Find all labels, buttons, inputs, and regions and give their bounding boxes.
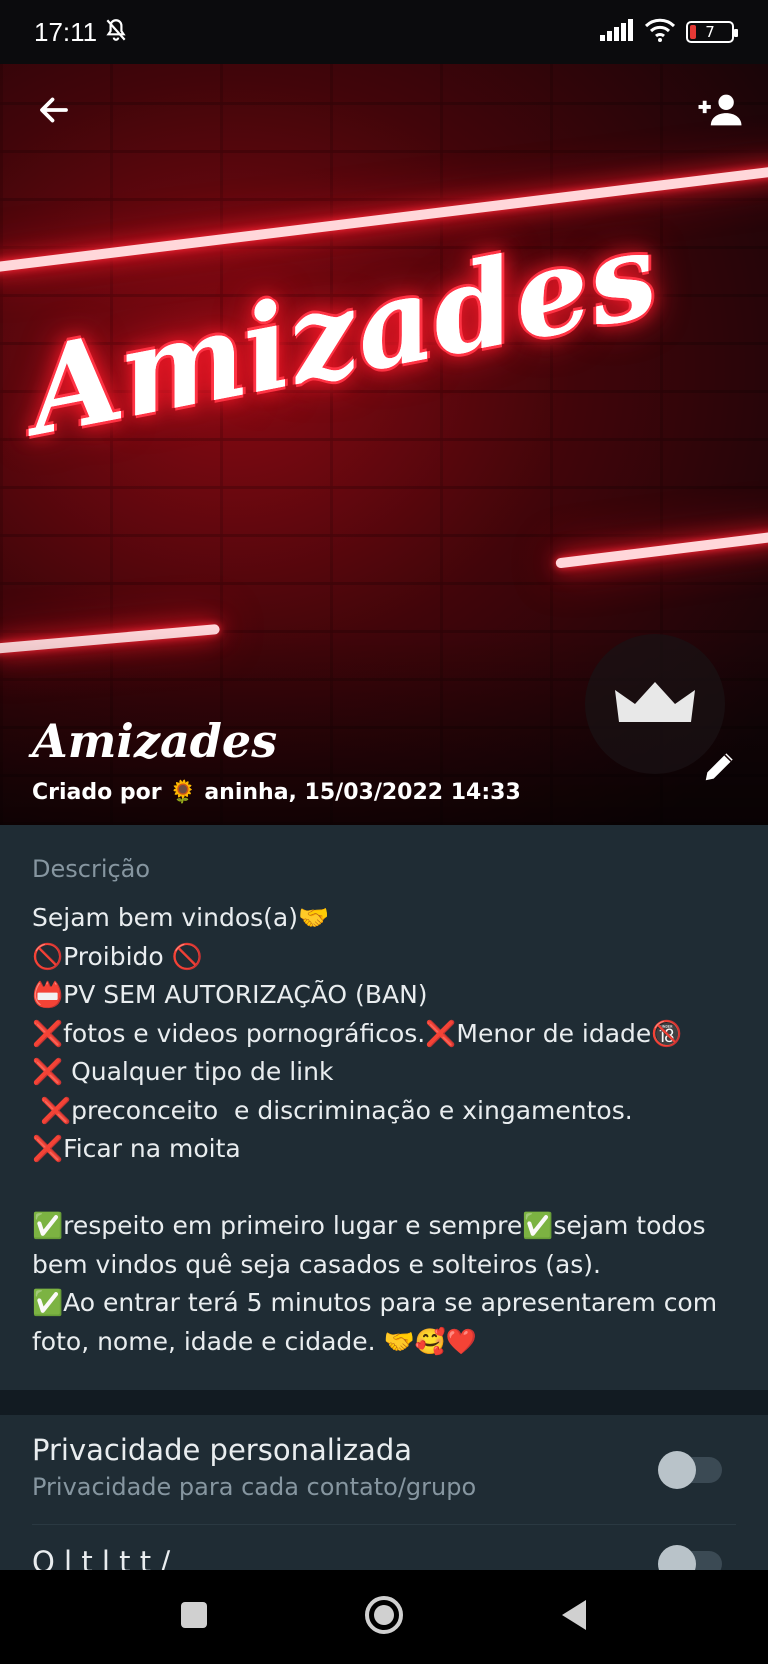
description-line: ❌preconceito e discriminação e xingament… xyxy=(32,1095,633,1125)
description-line: ❌Ficar na moita xyxy=(32,1134,241,1163)
second-setting-toggle[interactable] xyxy=(658,1545,722,1570)
description-line: foto, nome, idade e cidade. 🤝🥰❤️ xyxy=(32,1326,477,1356)
description-line xyxy=(32,1169,736,1208)
description-line: 🚫Proibido 🚫 xyxy=(32,941,203,971)
arrow-left-icon xyxy=(36,92,72,132)
edit-group-button[interactable] xyxy=(696,744,744,792)
circle-home-icon xyxy=(363,1594,405,1640)
description-label: Descrição xyxy=(32,855,151,883)
square-icon xyxy=(179,1600,209,1634)
add-participant-button[interactable] xyxy=(692,88,748,136)
add-person-icon xyxy=(697,90,743,134)
group-photo[interactable]: Amizades Amizades Criado por 🌻 aninha, 1… xyxy=(0,64,768,825)
status-time: 17:11 xyxy=(34,16,98,47)
back-button[interactable] xyxy=(30,88,78,136)
home-button[interactable] xyxy=(354,1587,414,1647)
mute-bell-icon xyxy=(103,17,129,47)
description-section[interactable]: Descrição Sejam bem vindos(a)🤝 🚫Proibido… xyxy=(0,825,768,1390)
triangle-back-icon xyxy=(558,1598,590,1636)
description-line: Sejam bem vindos(a)🤝 xyxy=(32,903,330,932)
recents-button[interactable] xyxy=(164,1587,224,1647)
custom-privacy-title: Privacidade personalizada xyxy=(32,1433,413,1467)
description-line: ✅respeito em primeiro lugar e sempre✅sej… xyxy=(32,1211,706,1240)
status-bar: 17:11 7 xyxy=(0,0,768,64)
wifi-icon xyxy=(644,18,676,46)
status-icons: 7 xyxy=(600,18,738,46)
description-line: ❌ Qualquer tipo de link xyxy=(32,1057,334,1086)
created-by-text: Criado por 🌻 aninha, 15/03/2022 14:33 xyxy=(32,780,521,805)
signal-icon xyxy=(600,19,634,45)
description-line: bem vindos quê seja casados e solteiros … xyxy=(32,1249,601,1279)
settings-list: Privacidade personalizada Privacidade pa… xyxy=(0,1415,768,1570)
description-line: ✅Ao entrar terá 5 minutos para se aprese… xyxy=(32,1288,718,1317)
second-setting-row[interactable]: Q l t l t t / xyxy=(32,1525,736,1570)
description-text: Sejam bem vindos(a)🤝 🚫Proibido 🚫 📛PV SEM… xyxy=(32,899,736,1361)
system-nav-bar xyxy=(0,1570,768,1664)
battery-level: 7 xyxy=(705,23,715,41)
description-line: ❌fotos e videos pornográficos.❌Menor de … xyxy=(32,1018,683,1048)
custom-privacy-row[interactable]: Privacidade personalizada Privacidade pa… xyxy=(32,1415,736,1525)
battery-icon: 7 xyxy=(686,21,738,43)
group-name: Amizades xyxy=(32,714,278,768)
description-line: 📛PV SEM AUTORIZAÇÃO (BAN) xyxy=(32,980,428,1009)
custom-privacy-subtitle: Privacidade para cada contato/grupo xyxy=(32,1473,477,1501)
pencil-icon xyxy=(701,747,739,789)
second-setting-title: Q l t l t t / xyxy=(32,1545,171,1570)
back-nav-button[interactable] xyxy=(544,1587,604,1647)
custom-privacy-toggle[interactable] xyxy=(658,1451,722,1489)
crown-icon xyxy=(613,678,697,730)
